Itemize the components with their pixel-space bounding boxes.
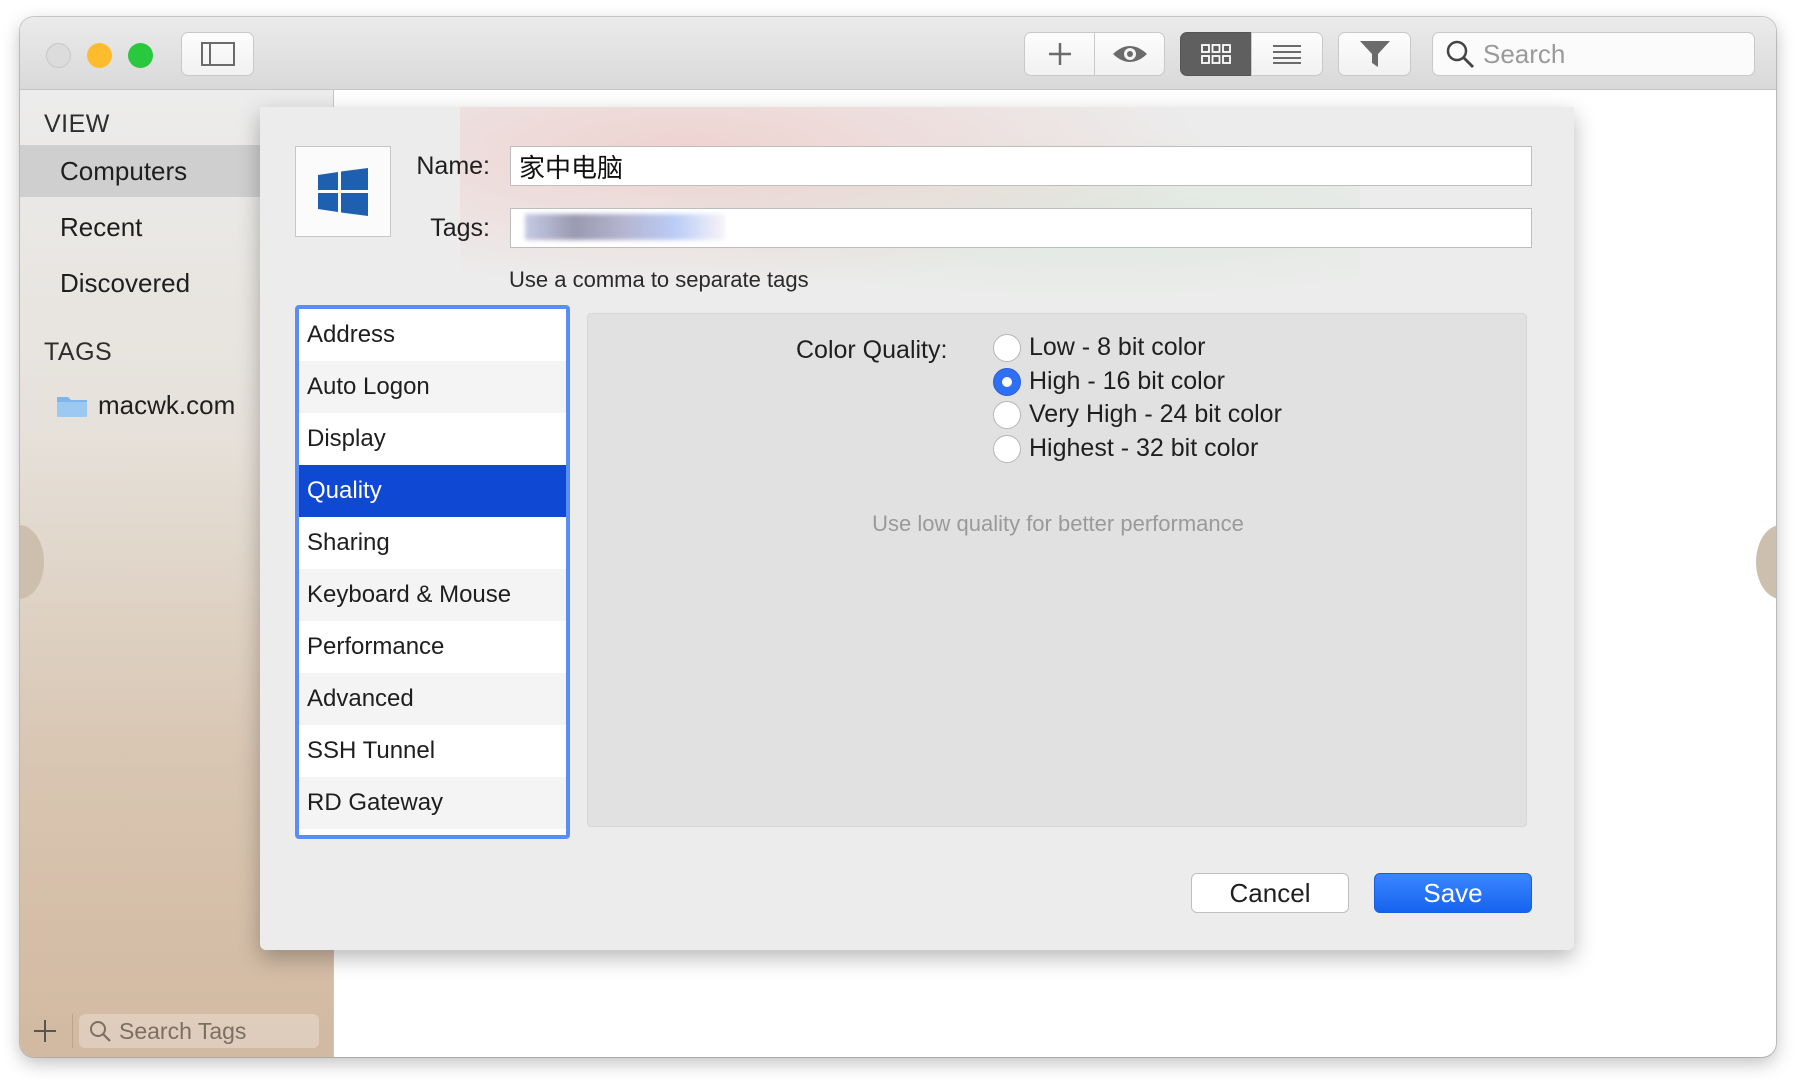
edge-decoration bbox=[1756, 525, 1776, 599]
close-window-button[interactable] bbox=[46, 43, 71, 68]
radio-button[interactable] bbox=[993, 434, 1021, 463]
name-field[interactable]: 家中电脑 bbox=[510, 146, 1532, 186]
sidebar-tags-heading: TAGS bbox=[44, 338, 113, 366]
filter-icon bbox=[1359, 41, 1390, 67]
radio-label: Highest - 32 bit color bbox=[1029, 434, 1259, 462]
windows-logo-icon bbox=[318, 167, 368, 216]
category-item-keyboard-mouse[interactable]: Keyboard & Mouse bbox=[299, 569, 566, 621]
settings-category-list: Address Auto Logon Display Quality Shari… bbox=[295, 305, 570, 839]
folder-icon bbox=[57, 396, 87, 417]
color-quality-option-high[interactable]: High - 16 bit color bbox=[993, 367, 1225, 396]
plus-icon bbox=[34, 1020, 56, 1042]
category-item-rd-gateway[interactable]: RD Gateway bbox=[299, 777, 566, 829]
grid-view-icon bbox=[1201, 44, 1231, 64]
search-icon bbox=[90, 1021, 111, 1042]
color-quality-option-highest[interactable]: Highest - 32 bit color bbox=[993, 434, 1258, 463]
list-view-icon bbox=[1273, 45, 1301, 64]
quality-settings-panel: Color Quality: Low - 8 bit color High - … bbox=[587, 313, 1527, 827]
color-quality-option-low[interactable]: Low - 8 bit color bbox=[993, 333, 1205, 362]
radio-label: High - 16 bit color bbox=[1029, 367, 1225, 395]
list-view-button[interactable] bbox=[1251, 32, 1323, 76]
app-window: VIEW Computers Recent Discovered TAGS ma… bbox=[20, 17, 1776, 1057]
radio-button[interactable] bbox=[993, 400, 1021, 429]
category-item-sharing[interactable]: Sharing bbox=[299, 517, 566, 569]
sidebar-tag-label: macwk.com bbox=[98, 390, 236, 420]
cancel-button[interactable]: Cancel bbox=[1191, 873, 1349, 913]
filter-button[interactable] bbox=[1338, 32, 1411, 76]
preview-button[interactable] bbox=[1094, 32, 1165, 76]
search-input[interactable] bbox=[1481, 37, 1745, 71]
tags-hint: Use a comma to separate tags bbox=[509, 267, 809, 292]
grid-view-button[interactable] bbox=[1180, 32, 1252, 76]
sidebar-tag-item[interactable]: macwk.com bbox=[56, 390, 235, 421]
radio-button-selected[interactable] bbox=[993, 367, 1021, 396]
search-field[interactable] bbox=[1432, 32, 1755, 76]
color-quality-label: Color Quality: bbox=[796, 336, 948, 364]
sidebar-item-label: Recent bbox=[60, 211, 143, 242]
category-item-address[interactable]: Address bbox=[299, 309, 566, 361]
performance-hint: Use low quality for better performance bbox=[872, 511, 1244, 536]
sidebar-view-heading: VIEW bbox=[44, 110, 110, 138]
category-item-advanced[interactable]: Advanced bbox=[299, 673, 566, 725]
name-value: 家中电脑 bbox=[519, 152, 624, 183]
search-icon bbox=[1446, 40, 1474, 68]
search-tags-field[interactable]: Search Tags bbox=[79, 1014, 319, 1048]
divider bbox=[72, 1014, 73, 1048]
radio-button[interactable] bbox=[993, 333, 1021, 362]
category-item-display[interactable]: Display bbox=[299, 413, 566, 465]
tags-field[interactable] bbox=[510, 208, 1532, 248]
color-quality-option-very-high[interactable]: Very High - 24 bit color bbox=[993, 400, 1282, 429]
sidebar-footer: Search Tags bbox=[20, 1005, 333, 1057]
toggle-sidebar-button[interactable] bbox=[181, 32, 254, 76]
category-item-auto-logon[interactable]: Auto Logon bbox=[299, 361, 566, 413]
radio-label: Very High - 24 bit color bbox=[1029, 400, 1282, 428]
tags-label: Tags: bbox=[430, 214, 490, 242]
sidebar-item-label: Discovered bbox=[60, 267, 191, 298]
name-label: Name: bbox=[416, 152, 490, 180]
sidebar-item-label: Computers bbox=[60, 155, 188, 186]
radio-label: Low - 8 bit color bbox=[1029, 333, 1206, 361]
category-item-ssh-tunnel[interactable]: SSH Tunnel bbox=[299, 725, 566, 777]
redacted-tags-value bbox=[525, 214, 725, 240]
category-item-quality[interactable]: Quality bbox=[299, 465, 566, 517]
add-tag-button[interactable] bbox=[24, 1010, 66, 1052]
zoom-window-button[interactable] bbox=[128, 43, 153, 68]
eye-icon bbox=[1112, 46, 1147, 62]
search-tags-placeholder: Search Tags bbox=[119, 1017, 247, 1044]
category-item-performance[interactable]: Performance bbox=[299, 621, 566, 673]
toolbar bbox=[20, 17, 1776, 90]
plus-icon bbox=[1048, 43, 1071, 65]
save-button[interactable]: Save bbox=[1374, 873, 1532, 913]
sidebar-toggle-icon bbox=[200, 42, 235, 66]
add-computer-button[interactable] bbox=[1024, 32, 1095, 76]
minimize-window-button[interactable] bbox=[87, 43, 112, 68]
edit-computer-sheet: Name: 家中电脑 Tags: Use a comma to separate… bbox=[260, 107, 1574, 950]
